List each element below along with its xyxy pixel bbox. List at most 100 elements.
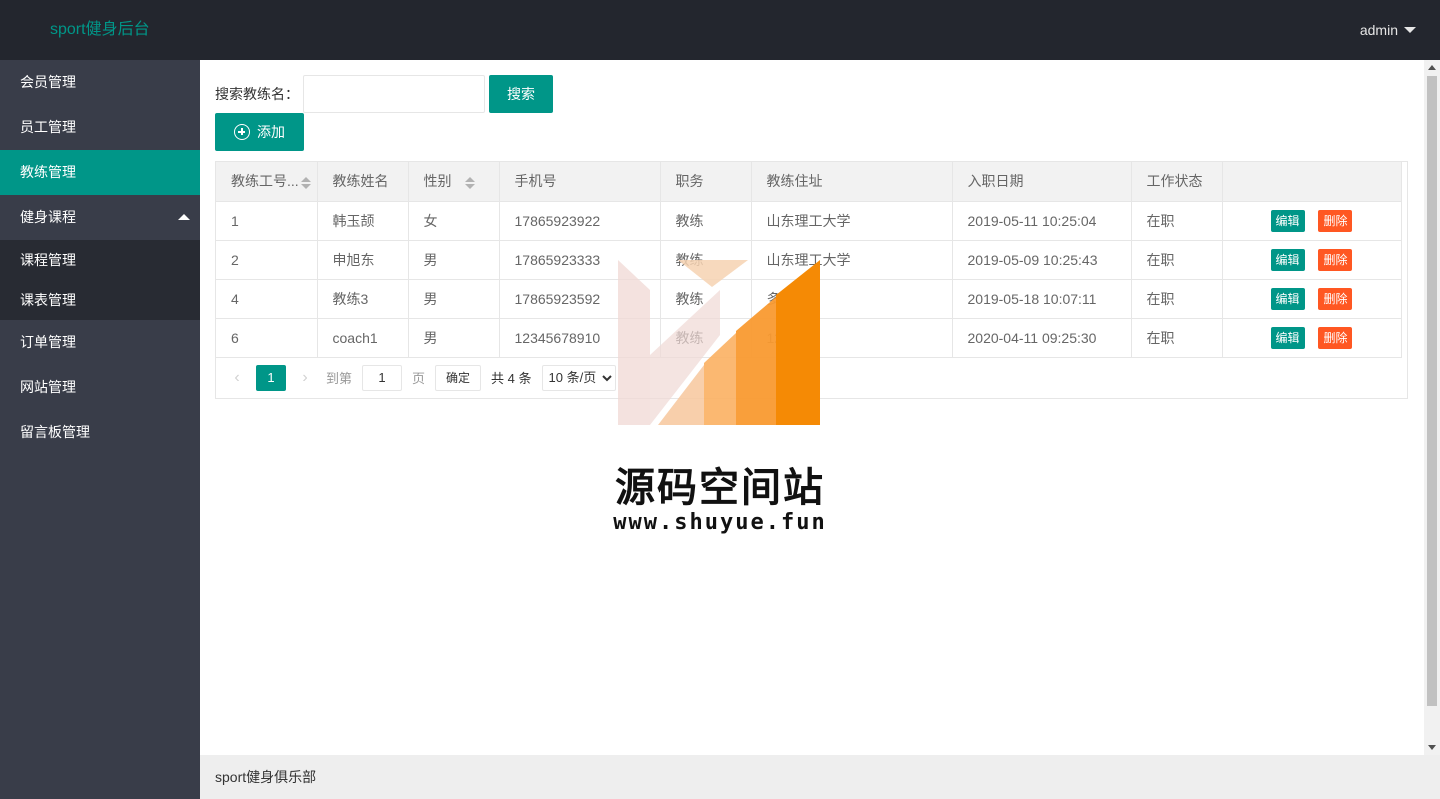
cell-address: 多对	[751, 279, 953, 319]
cell-hire-date: 2020-04-11 09:25:30	[952, 318, 1132, 358]
cell-hire-date: 2019-05-09 10:25:43	[952, 240, 1132, 280]
cell-status: 在职	[1131, 318, 1223, 358]
cell-actions: 编辑 删除	[1222, 240, 1402, 280]
column-header-hire-date: 入职日期	[952, 162, 1132, 202]
cell-phone: 17865923922	[499, 201, 661, 241]
sidebar-item-orders[interactable]: 订单管理	[0, 320, 200, 365]
delete-button[interactable]: 删除	[1318, 209, 1353, 232]
cell-gender: 男	[408, 279, 500, 319]
sort-icon[interactable]	[300, 176, 311, 189]
cell-address: 123	[751, 318, 953, 358]
footer: sport健身俱乐部	[200, 755, 1440, 799]
scroll-thumb[interactable]	[1427, 76, 1437, 706]
sidebar-item-website[interactable]: 网站管理	[0, 365, 200, 410]
edit-button[interactable]: 编辑	[1270, 287, 1305, 310]
sidebar-item-fitness-courses[interactable]: 健身课程	[0, 195, 200, 240]
sidebar: 会员管理 员工管理 教练管理 健身课程 课程管理 课表管理 订单管理 网站管理 …	[0, 60, 200, 799]
edit-button[interactable]: 编辑	[1270, 326, 1305, 349]
column-header-address: 教练住址	[751, 162, 953, 202]
sidebar-item-schedule-management[interactable]: 课表管理	[0, 280, 200, 320]
table-header-row: 教练工号... 教练姓名 性别 手机号 职务 教练住址 入职日期 工作状态	[216, 162, 1402, 202]
delete-button[interactable]: 删除	[1318, 326, 1353, 349]
cell-actions: 编辑 删除	[1222, 279, 1402, 319]
column-header-phone: 手机号	[499, 162, 661, 202]
sidebar-item-message-board[interactable]: 留言板管理	[0, 410, 200, 455]
delete-button[interactable]: 删除	[1318, 248, 1353, 271]
sort-icon[interactable]	[465, 176, 476, 189]
user-name: admin	[1359, 22, 1398, 38]
cell-status: 在职	[1131, 201, 1223, 241]
top-header: sport健身后台 admin	[0, 0, 1440, 60]
column-header-actions	[1222, 162, 1402, 202]
column-header-name: 教练姓名	[317, 162, 409, 202]
cell-position: 教练	[660, 279, 752, 319]
vertical-scrollbar[interactable]	[1424, 60, 1440, 755]
cell-gender: 男	[408, 318, 500, 358]
column-header-id[interactable]: 教练工号...	[216, 162, 318, 202]
cell-name: coach1	[317, 318, 409, 358]
coach-table: 教练工号... 教练姓名 性别 手机号 职务 教练住址 入职日期 工作状态 1 …	[215, 161, 1408, 399]
goto-confirm-button[interactable]: 确定	[435, 364, 482, 391]
search-label: 搜索教练名：	[215, 86, 299, 102]
cell-actions: 编辑 删除	[1222, 318, 1402, 358]
table-row: 1 韩玉颉 女 17865923922 教练 山东理工大学 2019-05-11…	[216, 201, 1402, 241]
main-content: 搜索教练名： 搜索 添加 教练工号... 教练姓名 性别 手机号 职务 教练住址…	[200, 60, 1424, 755]
app-logo[interactable]: sport健身后台	[50, 19, 150, 41]
caret-up-icon	[178, 214, 190, 220]
cell-id: 4	[216, 279, 318, 319]
edit-button[interactable]: 编辑	[1270, 248, 1305, 271]
cell-address: 山东理工大学	[751, 240, 953, 280]
pagination: ‹ 1 › 到第 页 确定 共 4 条 10 条/页	[216, 358, 1407, 398]
goto-label: 到第	[326, 371, 353, 386]
sidebar-item-coaches[interactable]: 教练管理	[0, 150, 200, 195]
cell-hire-date: 2019-05-11 10:25:04	[952, 201, 1132, 241]
cell-id: 2	[216, 240, 318, 280]
sidebar-item-course-management[interactable]: 课程管理	[0, 240, 200, 280]
scroll-down-icon[interactable]	[1428, 745, 1436, 750]
next-page-icon[interactable]: ›	[296, 369, 314, 387]
cell-status: 在职	[1131, 240, 1223, 280]
column-header-status: 工作状态	[1131, 162, 1223, 202]
add-button-label: 添加	[257, 124, 285, 140]
search-button[interactable]: 搜索	[489, 75, 553, 113]
user-menu[interactable]: admin	[1360, 20, 1416, 40]
delete-button[interactable]: 删除	[1318, 287, 1353, 310]
total-count: 共 4 条	[491, 371, 532, 386]
page-size-select[interactable]: 10 条/页	[541, 364, 616, 391]
cell-phone: 12345678910	[499, 318, 661, 358]
sidebar-item-members[interactable]: 会员管理	[0, 60, 200, 105]
table-row: 4 教练3 男 17865923592 教练 多对 2019-05-18 10:…	[216, 279, 1402, 319]
plus-circle-icon	[234, 124, 250, 140]
goto-page-input[interactable]	[362, 364, 403, 391]
cell-address: 山东理工大学	[751, 201, 953, 241]
table-row: 2 申旭东 男 17865923333 教练 山东理工大学 2019-05-09…	[216, 240, 1402, 280]
cell-name: 韩玉颉	[317, 201, 409, 241]
cell-phone: 17865923592	[499, 279, 661, 319]
cell-id: 6	[216, 318, 318, 358]
column-header-position: 职务	[660, 162, 752, 202]
scroll-up-icon[interactable]	[1428, 65, 1436, 70]
cell-phone: 17865923333	[499, 240, 661, 280]
sidebar-item-label: 健身课程	[20, 209, 76, 225]
sidebar-item-staff[interactable]: 员工管理	[0, 105, 200, 150]
cell-id: 1	[216, 201, 318, 241]
cell-actions: 编辑 删除	[1222, 201, 1402, 241]
search-input[interactable]	[303, 75, 485, 113]
cell-position: 教练	[660, 240, 752, 280]
prev-page-icon[interactable]: ‹	[228, 369, 246, 387]
cell-position: 教练	[660, 318, 752, 358]
add-button[interactable]: 添加	[215, 113, 304, 151]
edit-button[interactable]: 编辑	[1270, 209, 1305, 232]
search-bar: 搜索教练名： 搜索	[215, 75, 553, 113]
current-page-button[interactable]: 1	[256, 364, 286, 391]
cell-name: 教练3	[317, 279, 409, 319]
caret-down-icon	[1404, 27, 1416, 33]
cell-status: 在职	[1131, 279, 1223, 319]
cell-gender: 男	[408, 240, 500, 280]
cell-gender: 女	[408, 201, 500, 241]
cell-name: 申旭东	[317, 240, 409, 280]
column-header-gender[interactable]: 性别	[408, 162, 500, 202]
cell-position: 教练	[660, 201, 752, 241]
page-label: 页	[412, 371, 426, 386]
sidebar-submenu: 课程管理 课表管理	[0, 240, 200, 320]
